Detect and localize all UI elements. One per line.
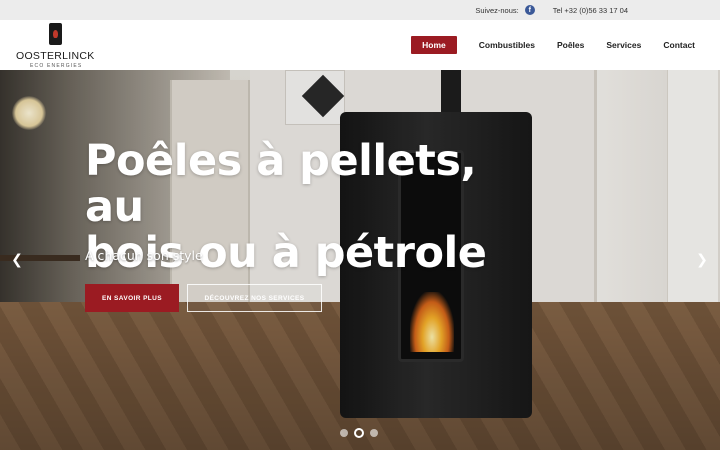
discover-services-button[interactable]: DÉCOUVREZ NOS SERVICES — [187, 284, 322, 312]
slider-dot-2[interactable] — [354, 428, 364, 438]
social-follow: Suivez-nous: f — [475, 5, 535, 15]
logo[interactable]: OOSTERLINCK ECO ENERGIES — [16, 22, 98, 70]
facebook-icon[interactable]: f — [524, 5, 535, 15]
phone-number[interactable]: Tel +32 (0)56 33 17 04 — [553, 6, 628, 15]
top-bar: Suivez-nous: f Tel +32 (0)56 33 17 04 — [0, 0, 720, 20]
nav-item-services[interactable]: Services — [606, 36, 641, 54]
main-nav: Home Combustibles Poêles Services Contac… — [411, 36, 695, 54]
nav-item-home[interactable]: Home — [411, 36, 457, 54]
stove-logo-icon — [49, 23, 62, 45]
hero-subtitle: A chacun son style — [85, 248, 203, 263]
slider-dot-3[interactable] — [370, 429, 378, 437]
logo-subtitle: ECO ENERGIES — [30, 63, 83, 69]
site-header: OOSTERLINCK ECO ENERGIES Home Combustibl… — [0, 20, 720, 70]
hero-slider: Poêles à pellets, au bois ou à pétrole A… — [0, 70, 720, 450]
hero-title-line-1: Poêles à pellets, au — [85, 136, 477, 232]
nav-item-combustibles[interactable]: Combustibles — [479, 36, 535, 54]
nav-item-poeles[interactable]: Poêles — [557, 36, 584, 54]
chevron-left-icon[interactable]: ❮ — [10, 252, 24, 268]
nav-item-contact[interactable]: Contact — [663, 36, 695, 54]
logo-name: OOSTERLINCK — [16, 50, 95, 62]
slider-pagination — [340, 428, 378, 438]
learn-more-button[interactable]: EN SAVOIR PLUS — [85, 284, 179, 312]
chevron-right-icon[interactable]: ❯ — [695, 252, 709, 268]
slider-dot-1[interactable] — [340, 429, 348, 437]
follow-label: Suivez-nous: — [475, 5, 519, 15]
